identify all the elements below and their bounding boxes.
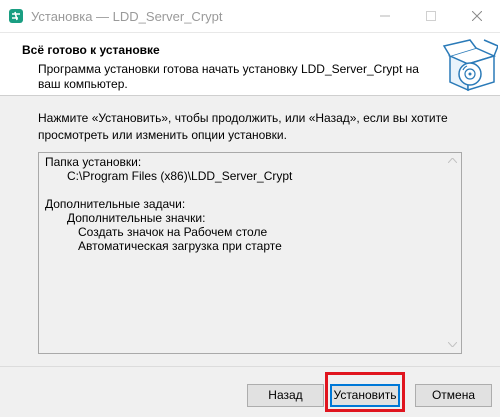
- ready-memo[interactable]: Папка установки: C:\Program Files (x86)\…: [38, 152, 462, 354]
- minimize-icon: [380, 15, 390, 17]
- window-title: Установка — LDD_Server_Crypt: [31, 9, 223, 24]
- instructions-text: Нажмите «Установить», чтобы продолжить, …: [38, 111, 448, 142]
- tasks-group: Дополнительные значки:: [67, 211, 206, 225]
- memo-scrollbar[interactable]: [444, 153, 461, 353]
- dest-path: C:\Program Files (x86)\LDD_Server_Crypt: [67, 169, 293, 183]
- installer-box-disc-icon: [442, 39, 498, 92]
- memo-spacer: [45, 183, 292, 197]
- dest-label: Папка установки:: [45, 155, 142, 169]
- footer-divider: [0, 366, 500, 367]
- cancel-button[interactable]: Отмена: [415, 384, 492, 407]
- page-description: Программа установки готова начать устано…: [38, 62, 419, 91]
- scroll-up-arrow-icon[interactable]: [448, 158, 457, 163]
- install-highlight-box: [325, 372, 405, 412]
- wizard-header: Всё готово к установке Программа установ…: [0, 33, 500, 96]
- minimize-button[interactable]: [362, 0, 408, 32]
- maximize-button[interactable]: [408, 0, 454, 32]
- close-button[interactable]: [454, 0, 500, 32]
- memo-content: Папка установки: C:\Program Files (x86)\…: [45, 155, 292, 253]
- page-title: Всё готово к установке: [22, 43, 160, 57]
- task-item: Создать значок на Рабочем столе: [78, 225, 268, 239]
- maximize-icon: [426, 11, 436, 21]
- app-icon: [9, 9, 23, 23]
- close-icon: [472, 11, 482, 21]
- tasks-label: Дополнительные задачи:: [45, 197, 186, 211]
- back-button[interactable]: Назад: [247, 384, 324, 407]
- title-bar: Установка — LDD_Server_Crypt: [0, 0, 500, 33]
- task-item: Автоматическая загрузка при старте: [78, 239, 282, 253]
- scroll-down-arrow-icon[interactable]: [448, 342, 457, 347]
